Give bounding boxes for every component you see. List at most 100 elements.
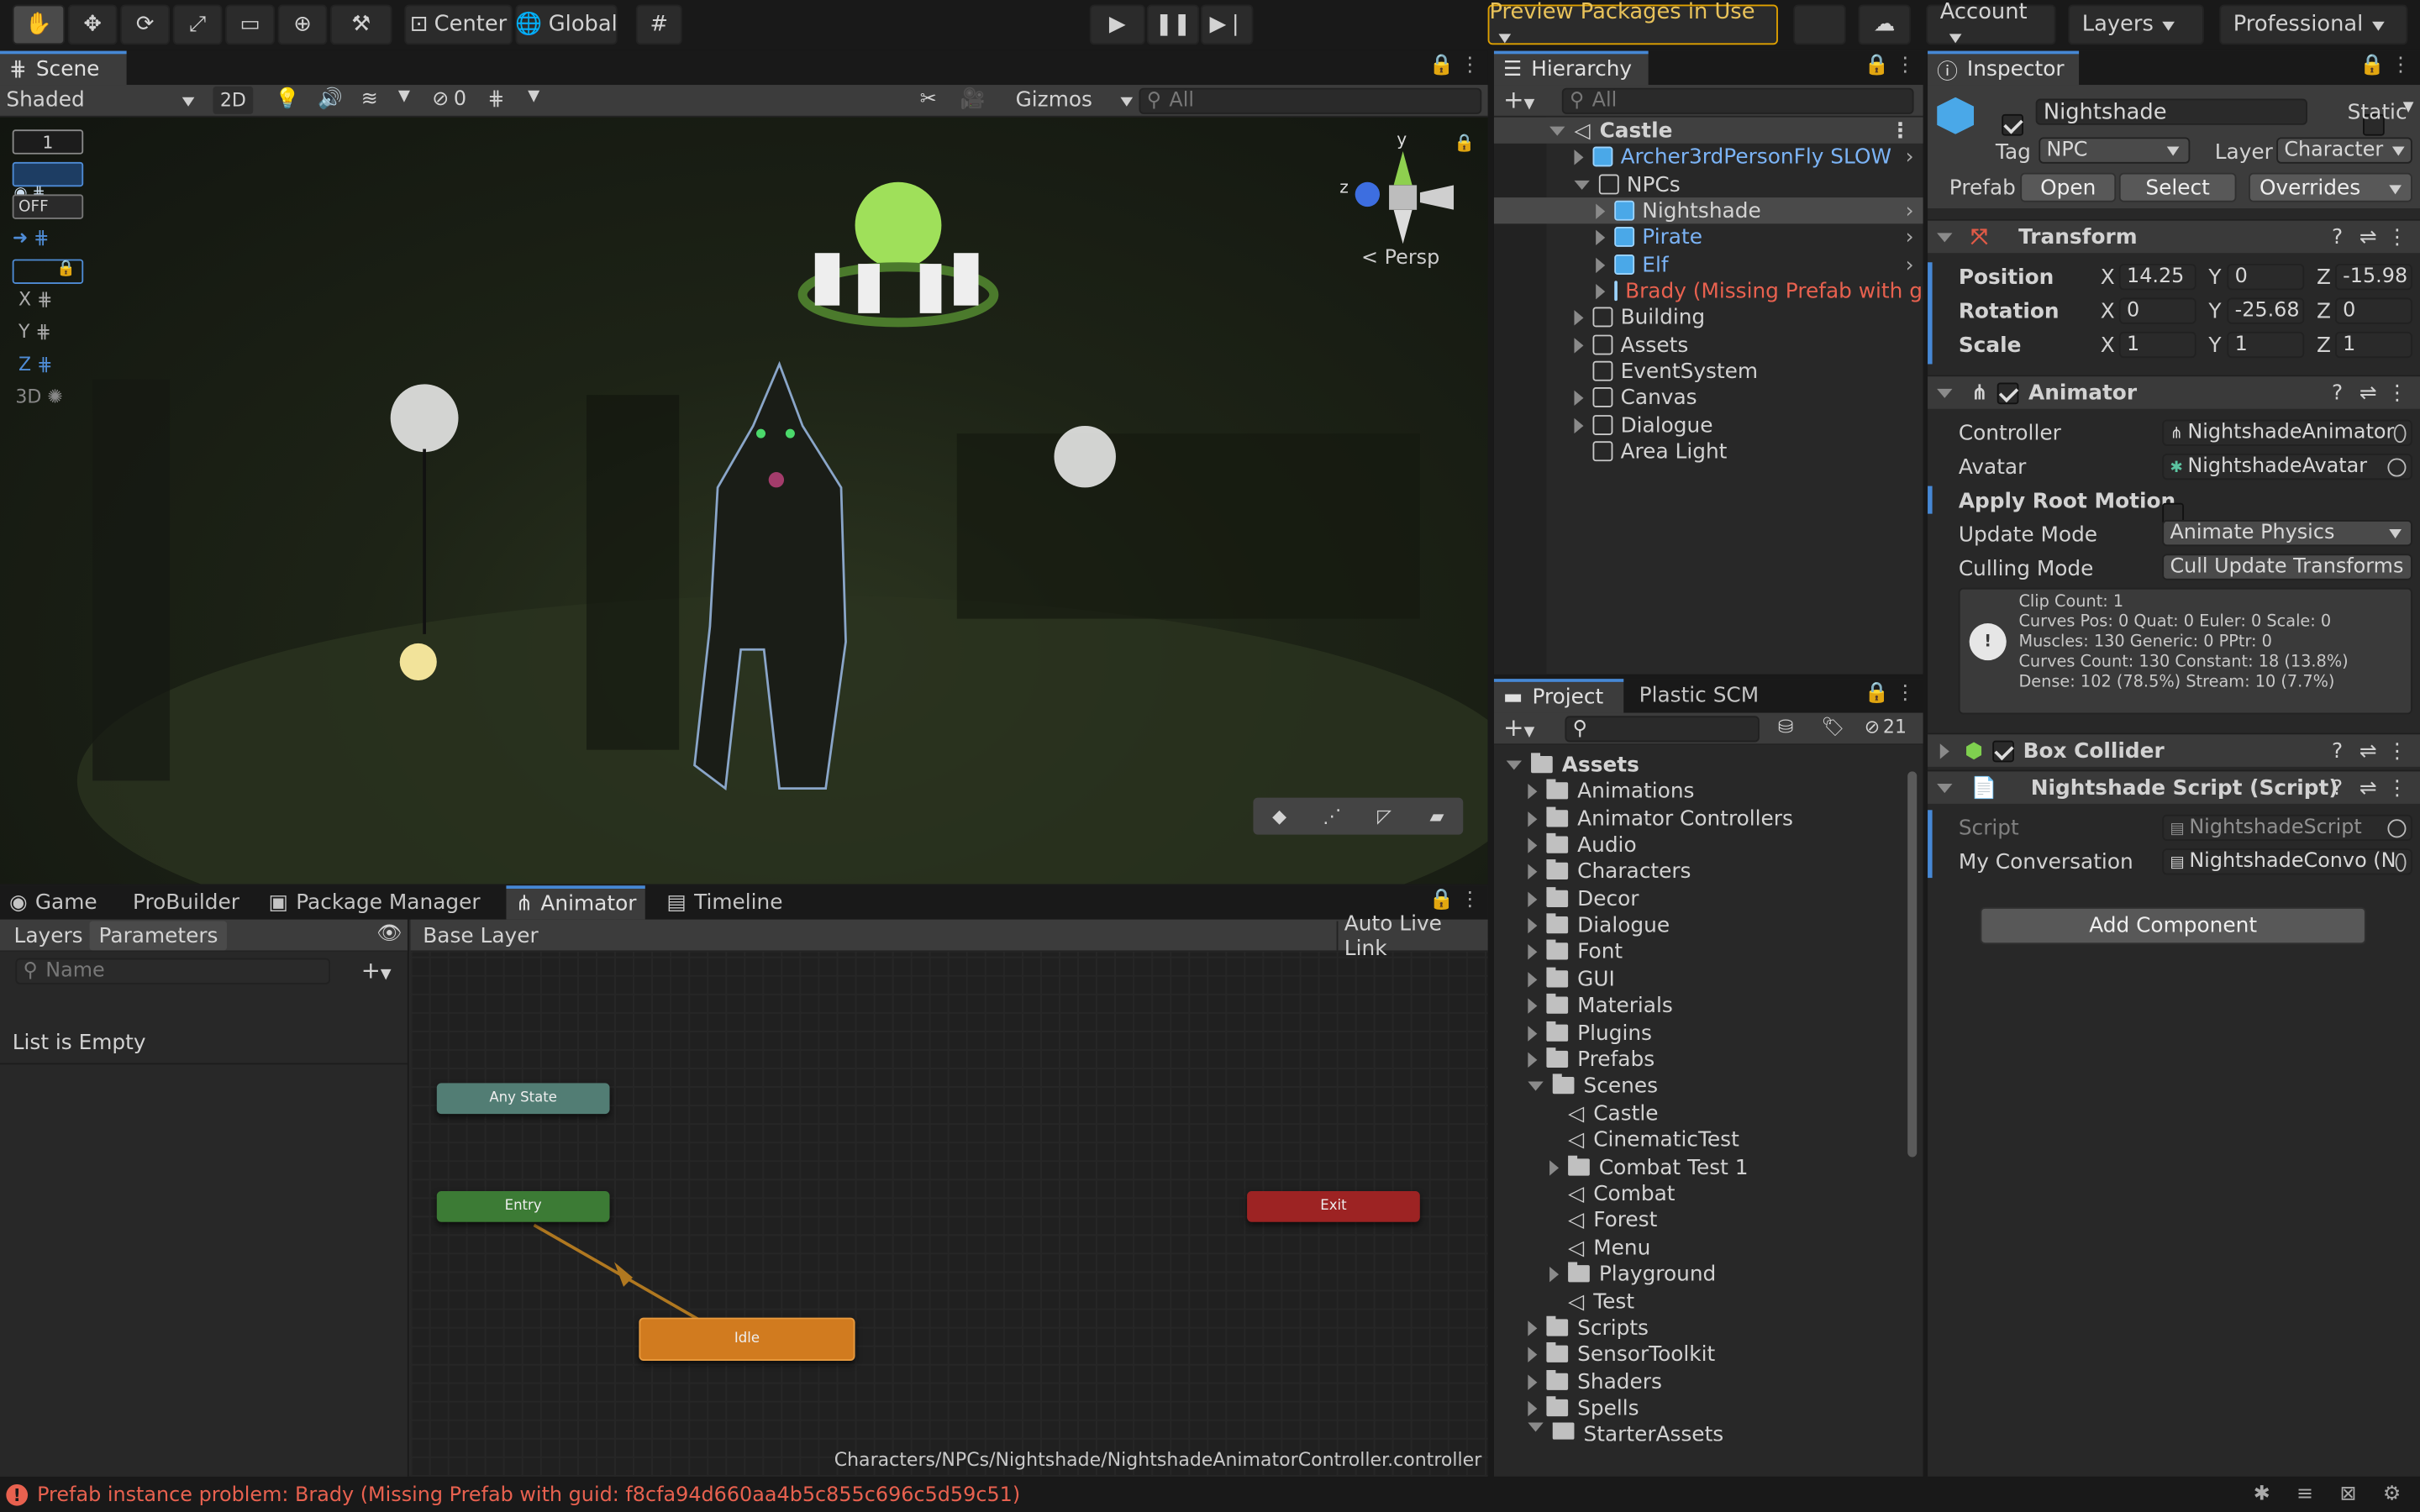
- update-mode-dropdown[interactable]: Animate Physics: [2162, 519, 2412, 547]
- project-row-sensortoolkit[interactable]: SensorToolkit: [1494, 1341, 1923, 1367]
- animator-graph[interactable]: Base Layer Auto Live Link Any State Entr…: [410, 911, 1488, 1477]
- kebab-menu-icon[interactable]: ⋮: [1460, 54, 1481, 77]
- chevron-right-icon[interactable]: ›: [1906, 198, 1914, 223]
- hidden-objects-toggle[interactable]: ⊘ 0: [432, 88, 466, 112]
- hierarchy-row-archer[interactable]: Archer3rdPersonFly SLOW ›: [1494, 144, 1923, 170]
- kebab-menu-icon[interactable]: ⋮: [2387, 738, 2408, 763]
- collab-button[interactable]: [1793, 4, 1846, 45]
- move-tool-button[interactable]: ✥: [67, 4, 118, 45]
- grid-snap-button[interactable]: #: [635, 4, 682, 45]
- gizmos-dropdown[interactable]: Gizmos: [1016, 87, 1133, 114]
- controller-field[interactable]: ⋔ NightshadeAnimator: [2162, 419, 2412, 446]
- rotation-y-input[interactable]: -25.68: [2227, 297, 2305, 324]
- object-picker-icon[interactable]: [2387, 457, 2407, 476]
- transform-tool-button[interactable]: ⊕: [277, 4, 328, 45]
- effects-dropdown-icon[interactable]: ▼: [398, 88, 410, 105]
- position-y-input[interactable]: 0: [2227, 264, 2305, 291]
- scale-z-input[interactable]: 1: [2334, 331, 2412, 359]
- step-button[interactable]: ▶❘: [1200, 4, 1254, 45]
- layer-dropdown[interactable]: Character: [2276, 137, 2412, 164]
- pivot-global-button[interactable]: 🌐 Global: [515, 4, 618, 45]
- idle-state-node[interactable]: Idle: [639, 1317, 855, 1361]
- tab-inspector[interactable]: ⓘ Inspector: [1928, 50, 2080, 86]
- hierarchy-row-area-light[interactable]: Area Light: [1494, 438, 1923, 465]
- eye-icon[interactable]: 👁: [376, 922, 402, 946]
- scale-y-input[interactable]: 1: [2227, 331, 2305, 359]
- create-asset-button[interactable]: +▼: [1503, 713, 1534, 743]
- project-row-dialogue[interactable]: Dialogue: [1494, 912, 1923, 938]
- hierarchy-row-dialogue[interactable]: Dialogue: [1494, 412, 1923, 438]
- tag-dropdown[interactable]: NPC: [2039, 137, 2191, 164]
- gizmo-z-axis[interactable]: [1355, 181, 1381, 207]
- hand-tool-button[interactable]: ✋: [12, 4, 66, 45]
- active-checkbox[interactable]: [2002, 113, 2023, 136]
- project-row-shaders[interactable]: Shaders: [1494, 1368, 1923, 1394]
- add-component-button[interactable]: Add Component: [1980, 907, 2366, 945]
- kebab-menu-icon[interactable]: ⋮: [1896, 54, 1916, 77]
- help-icon[interactable]: ?: [2332, 738, 2343, 763]
- lock-icon[interactable]: 🔒: [1865, 54, 1890, 77]
- parameter-search-input[interactable]: ⚲ Name: [15, 958, 331, 984]
- help-icon[interactable]: ?: [2332, 224, 2343, 249]
- preview-packages-button[interactable]: Preview Packages in Use: [1487, 0, 1778, 45]
- position-z-input[interactable]: -15.98: [2334, 264, 2412, 291]
- create-button[interactable]: +▼: [1503, 85, 1534, 114]
- vertex-mode-icon[interactable]: ⋰: [1306, 798, 1358, 835]
- gizmo-x-axis[interactable]: [1419, 185, 1455, 210]
- account-dropdown[interactable]: Account: [1926, 0, 2056, 45]
- hierarchy-row-eventsystem[interactable]: EventSystem: [1494, 358, 1923, 384]
- hierarchy-row-npcs[interactable]: NPCs: [1494, 171, 1923, 197]
- chevron-right-icon[interactable]: ›: [1906, 224, 1914, 249]
- box-collider-header[interactable]: ⬢ Box Collider ? ⇌ ⋮: [1928, 732, 2420, 767]
- gizmo-center-cube[interactable]: [1389, 185, 1418, 210]
- project-row-scene-castle[interactable]: ◁ Castle: [1494, 1100, 1923, 1126]
- transform-header[interactable]: ⤧ Transform ? ⇌ ⋮: [1928, 218, 2420, 254]
- audio-toggle-icon[interactable]: 🔊: [318, 88, 343, 112]
- edge-mode-icon[interactable]: ◸: [1358, 798, 1410, 835]
- presets-icon[interactable]: ⇌: [2360, 775, 2377, 800]
- any-state-node[interactable]: Any State: [436, 1083, 610, 1115]
- grid-toggle-icon[interactable]: ⋕: [487, 88, 504, 112]
- 2d-toggle[interactable]: 2D: [213, 86, 254, 114]
- hierarchy-row-elf[interactable]: Elf ›: [1494, 251, 1923, 277]
- tab-hierarchy[interactable]: ☰ Hierarchy: [1493, 50, 1649, 86]
- tab-package-manager[interactable]: ▣ Package Manager: [260, 885, 490, 919]
- parameters-tab[interactable]: Parameters: [89, 921, 228, 951]
- axis-y-toggle[interactable]: Y ⋕: [18, 321, 51, 343]
- prefab-select-button[interactable]: Select: [2118, 172, 2237, 202]
- project-row-font[interactable]: Font: [1494, 938, 1923, 964]
- presets-icon[interactable]: ⇌: [2360, 738, 2377, 763]
- object-name-input[interactable]: Nightshade: [2035, 98, 2307, 125]
- animator-enabled-checkbox[interactable]: [1997, 381, 2020, 404]
- project-row-scripts[interactable]: Scripts: [1494, 1315, 1923, 1341]
- project-row-spells[interactable]: Spells: [1494, 1394, 1923, 1420]
- avatar-field[interactable]: ✱ NightshadeAvatar: [2162, 454, 2412, 480]
- face-mode-icon[interactable]: ▰: [1411, 798, 1463, 835]
- rotation-x-input[interactable]: 0: [2118, 297, 2196, 324]
- rotate-tool-button[interactable]: ⟳: [120, 4, 171, 45]
- overlay-number-field[interactable]: 1: [12, 129, 84, 155]
- help-icon[interactable]: ?: [2332, 381, 2343, 405]
- lock-snap-toggle[interactable]: 🔒: [12, 259, 84, 284]
- hierarchy-row-pirate[interactable]: Pirate ›: [1494, 223, 1923, 249]
- project-row-gui[interactable]: GUI: [1494, 966, 1923, 992]
- tab-project[interactable]: ▬ Project: [1493, 679, 1624, 713]
- kebab-menu-icon[interactable]: ⋮: [2387, 381, 2408, 405]
- exit-node[interactable]: Exit: [1247, 1190, 1420, 1222]
- status-bar[interactable]: ! Prefab instance problem: Brady (Missin…: [0, 1478, 2420, 1512]
- project-row-animator-controllers[interactable]: Animator Controllers: [1494, 806, 1923, 832]
- lock-icon[interactable]: 🔒: [2360, 54, 2385, 77]
- project-row-materials[interactable]: Materials: [1494, 992, 1923, 1018]
- project-row-starterassets[interactable]: StarterAssets: [1494, 1422, 1923, 1441]
- project-row-scene-combat[interactable]: ◁ Combat: [1494, 1180, 1923, 1206]
- gizmo-neg-y-axis[interactable]: [1393, 209, 1413, 244]
- play-button[interactable]: ▶: [1089, 4, 1145, 45]
- tab-probuilder[interactable]: ProBuilder: [124, 885, 249, 919]
- cloud-button[interactable]: ☁: [1858, 4, 1911, 45]
- project-row-assets[interactable]: Assets: [1494, 751, 1923, 777]
- tab-plastic-scm[interactable]: Plastic SCM: [1630, 679, 1769, 712]
- grid-dropdown-icon[interactable]: ▼: [528, 88, 539, 105]
- custom-tool-button[interactable]: ⚒: [330, 4, 392, 45]
- rotation-z-input[interactable]: 0: [2334, 297, 2412, 324]
- layers-tab[interactable]: Layers: [5, 921, 92, 951]
